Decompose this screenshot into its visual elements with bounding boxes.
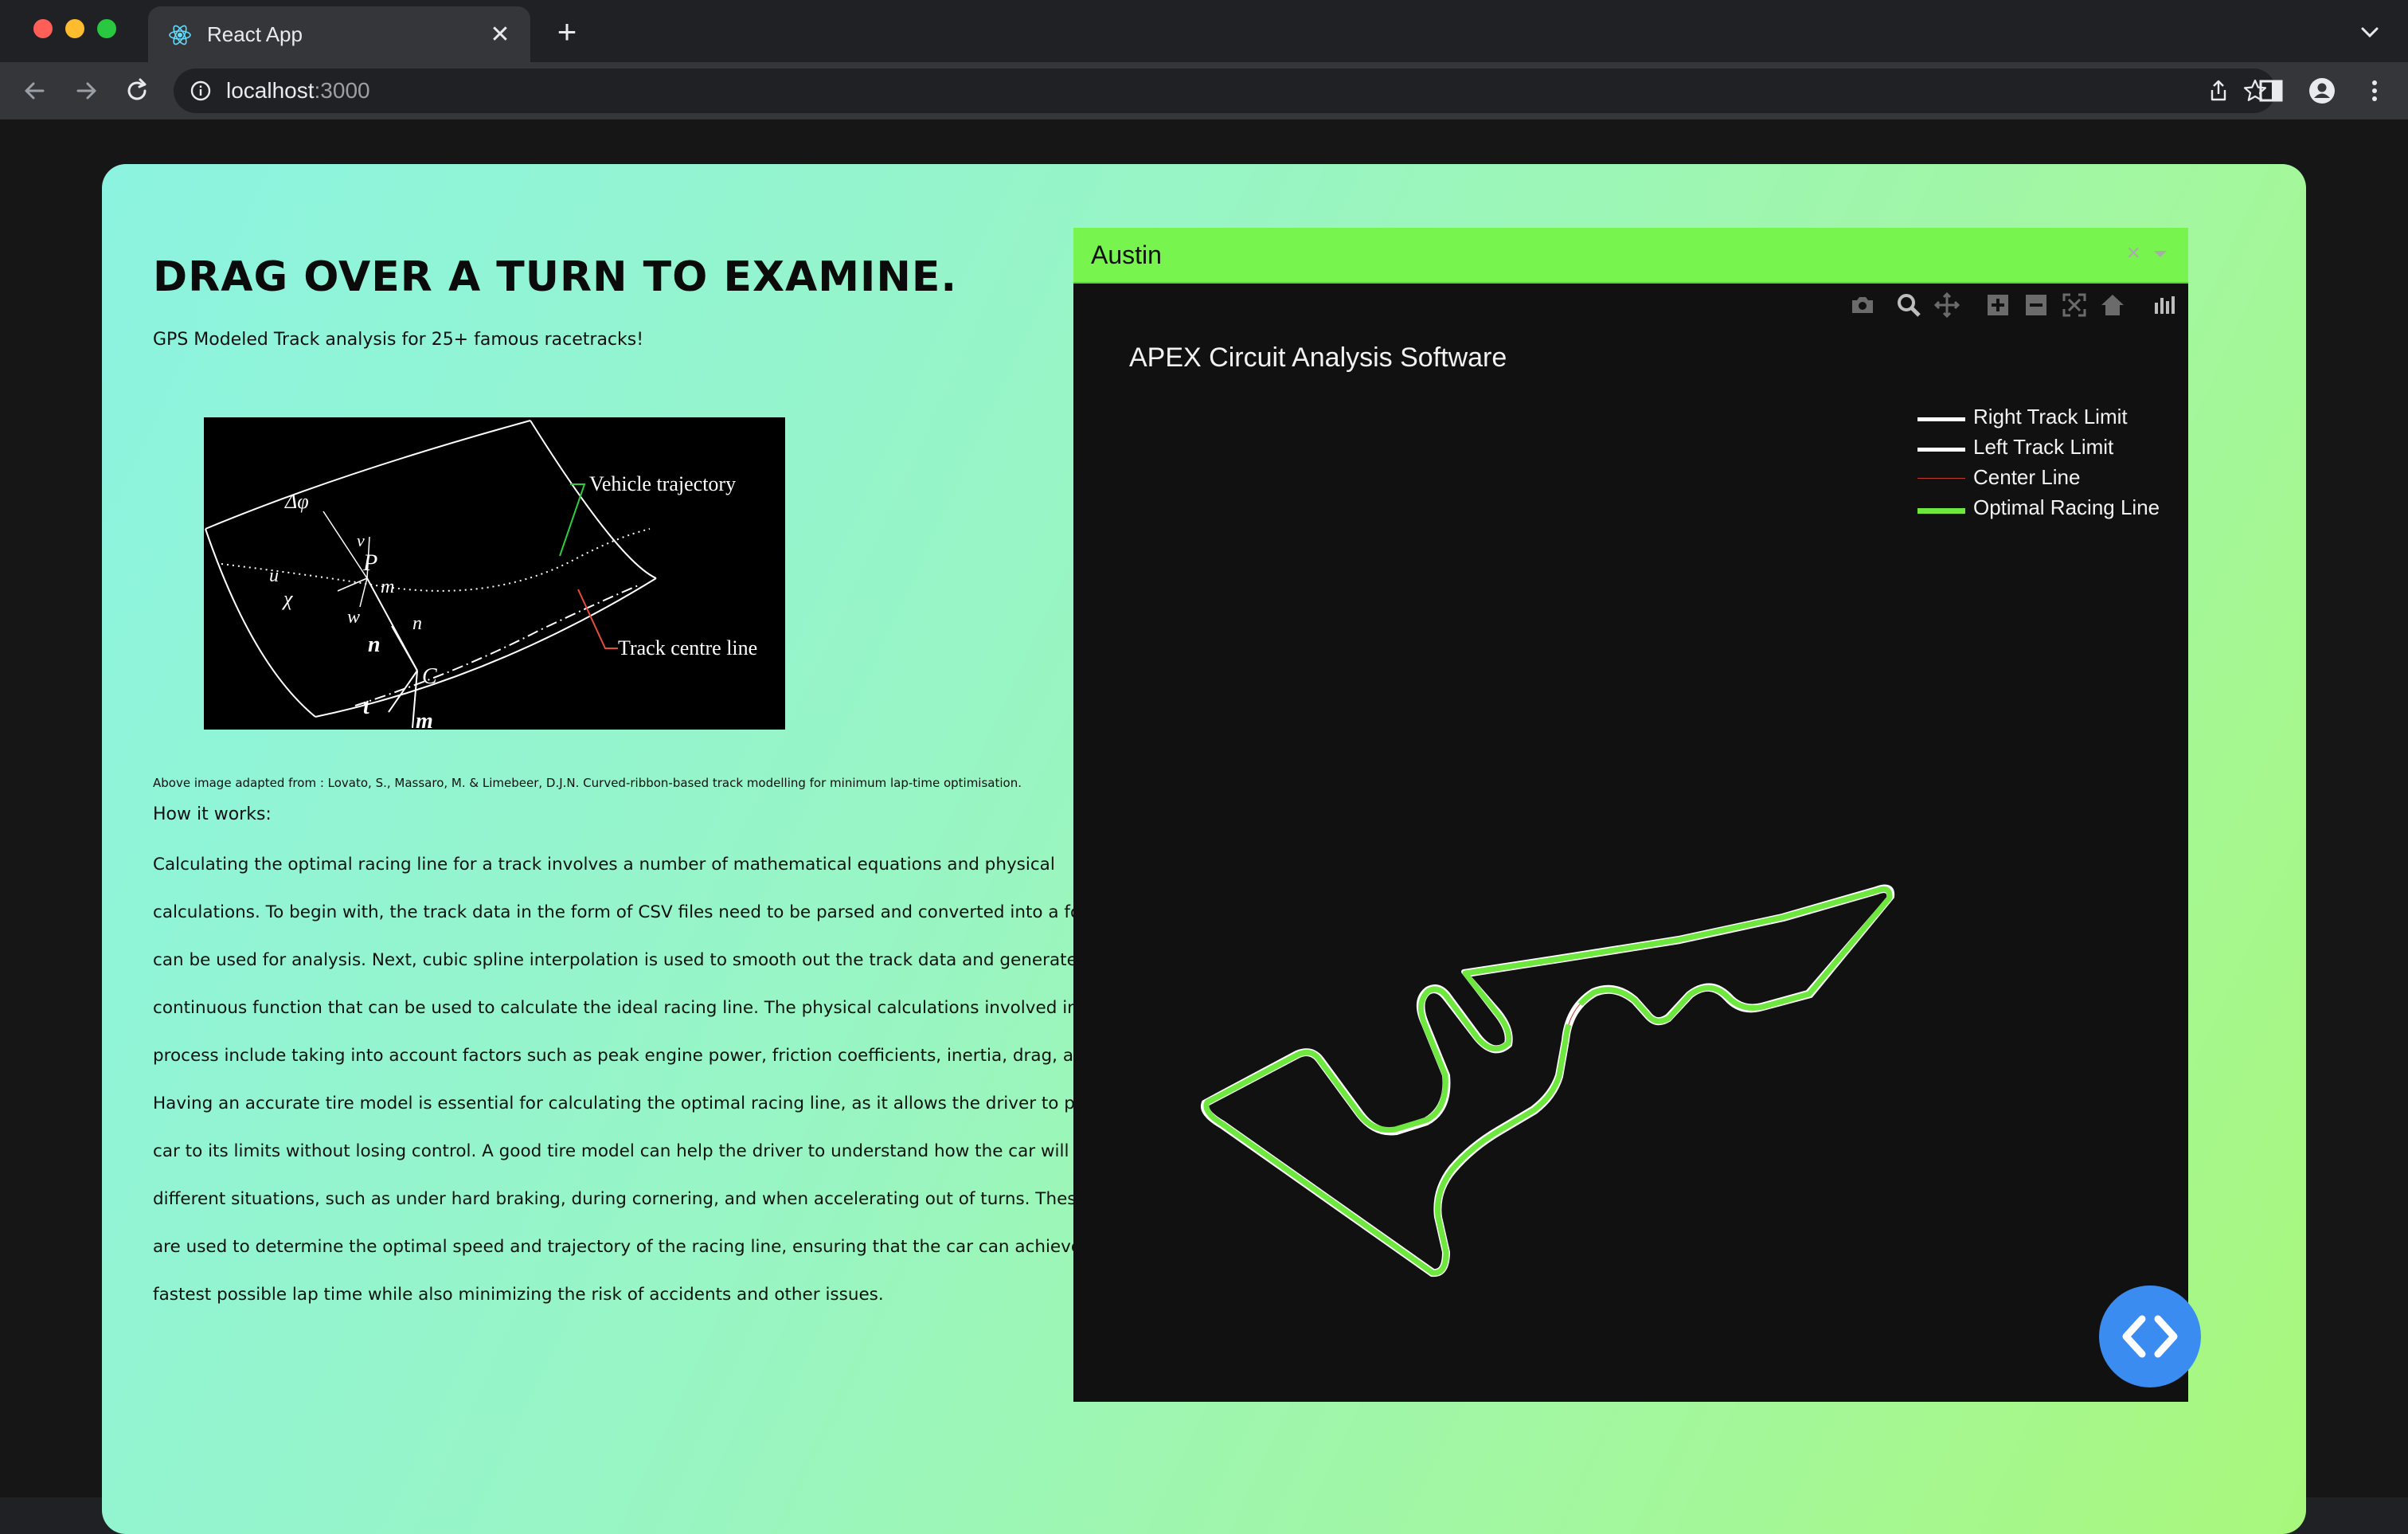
diagram-label-track-centre-line: Track centre line bbox=[618, 636, 757, 659]
zoom-in-icon[interactable] bbox=[1984, 292, 2011, 319]
diagram-label-chi: χ bbox=[281, 587, 293, 610]
side-panel-icon[interactable] bbox=[2257, 76, 2285, 105]
diagram-label-m-bold: m bbox=[416, 709, 433, 730]
tab-title: React App bbox=[207, 22, 303, 46]
diagram-label-v: v bbox=[357, 530, 365, 550]
pan-icon[interactable] bbox=[1933, 292, 1960, 319]
camera-icon[interactable] bbox=[1849, 292, 1876, 319]
main-card: DRAG OVER A TURN TO EXAMINE. GPS Modeled… bbox=[102, 164, 2306, 1534]
window-minimize-button[interactable] bbox=[65, 19, 84, 38]
legend-swatch-icon bbox=[1917, 508, 1965, 514]
diagram-label-w: w bbox=[347, 607, 360, 628]
url-port: :3000 bbox=[314, 78, 370, 103]
window-maximize-button[interactable] bbox=[97, 19, 116, 38]
legend-label: Right Track Limit bbox=[1973, 405, 2128, 429]
right-track-limit-trace bbox=[1201, 884, 1895, 1278]
left-track-limit-trace bbox=[1204, 888, 1892, 1274]
code-toggle-button[interactable] bbox=[2099, 1286, 2201, 1387]
legend-label: Optimal Racing Line bbox=[1973, 495, 2160, 519]
browser-tab[interactable]: React App ✕ bbox=[148, 6, 530, 62]
diagram-label-n: n bbox=[412, 613, 422, 634]
site-info-icon[interactable] bbox=[190, 80, 212, 102]
diagram-label-m: m bbox=[381, 577, 394, 597]
browser-toolbar: localhost:3000 bbox=[0, 62, 2408, 119]
diagram-label-p: P bbox=[362, 550, 377, 576]
browser-menu-icon[interactable] bbox=[2360, 76, 2389, 105]
window-close-button[interactable] bbox=[33, 19, 53, 38]
url-text: localhost:3000 bbox=[226, 78, 370, 104]
how-it-works-body: Calculating the optimal racing line for … bbox=[153, 855, 1162, 1305]
clear-selection-icon[interactable]: × bbox=[2126, 239, 2140, 268]
legend-label: Center Line bbox=[1973, 465, 2081, 489]
back-arrow-icon[interactable] bbox=[19, 75, 51, 107]
autoscale-icon[interactable] bbox=[2061, 292, 2088, 319]
address-bar[interactable]: localhost:3000 bbox=[174, 68, 2276, 113]
reload-icon[interactable] bbox=[121, 75, 153, 107]
forward-arrow-icon[interactable] bbox=[70, 75, 102, 107]
diagram-label-c: C bbox=[422, 664, 437, 689]
legend-label: Left Track Limit bbox=[1973, 435, 2114, 459]
track-traces bbox=[1201, 884, 1895, 1278]
profile-avatar-icon[interactable] bbox=[2308, 76, 2336, 105]
browser-tab-bar: React App ✕ + bbox=[0, 0, 2408, 62]
track-plot-panel: Austin × APEX Circuit Analysis Software … bbox=[1073, 228, 2188, 1402]
plotly-logo-icon[interactable] bbox=[2150, 292, 2177, 319]
page-viewport: DRAG OVER A TURN TO EXAMINE. GPS Modeled… bbox=[0, 119, 2408, 1534]
legend-swatch-icon bbox=[1917, 448, 1965, 452]
diagram-label-t: t bbox=[363, 695, 370, 719]
legend-swatch-icon bbox=[1917, 478, 1965, 479]
track-select-value: Austin bbox=[1091, 241, 1162, 269]
tab-search-chevron-icon[interactable] bbox=[2355, 18, 2384, 46]
center-line-trace bbox=[1204, 888, 1891, 1274]
code-brackets-icon bbox=[2122, 1315, 2178, 1358]
legend-swatch-icon bbox=[1917, 417, 1965, 421]
zoom-icon[interactable] bbox=[1895, 292, 1922, 319]
page-subtitle: GPS Modeled Track analysis for 25+ famou… bbox=[153, 330, 644, 350]
url-host: localhost bbox=[226, 78, 315, 103]
react-logo-icon bbox=[169, 25, 191, 45]
track-model-diagram: Vehicle trajectory Track centre line Δφ … bbox=[204, 417, 785, 730]
tab-close-icon[interactable]: ✕ bbox=[484, 19, 516, 51]
image-caption: Above image adapted from : Lovato, S., M… bbox=[153, 776, 1022, 790]
dropdown-arrow-icon[interactable] bbox=[2152, 245, 2169, 263]
page-title: DRAG OVER A TURN TO EXAMINE. bbox=[153, 253, 958, 301]
diagram-label-delta-phi: Δφ bbox=[284, 490, 309, 513]
diagram-label-u: u bbox=[269, 565, 279, 586]
track-select[interactable]: Austin × bbox=[1073, 228, 2188, 284]
optimal-racing-line-trace bbox=[1203, 886, 1893, 1276]
diagram-label-vehicle-trajectory: Vehicle trajectory bbox=[589, 472, 736, 495]
reset-axes-icon[interactable] bbox=[2099, 292, 2126, 319]
share-icon[interactable] bbox=[2206, 78, 2231, 104]
new-tab-button[interactable]: + bbox=[549, 14, 584, 49]
how-it-works-heading: How it works: bbox=[153, 804, 272, 824]
zoom-out-icon[interactable] bbox=[2023, 292, 2050, 319]
diagram-label-n-bold: n bbox=[368, 632, 381, 657]
